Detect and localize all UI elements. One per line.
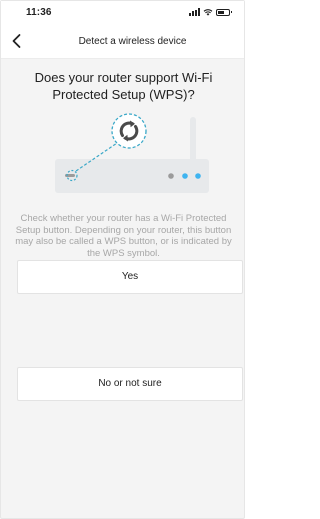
status-icons	[189, 7, 232, 17]
battery-icon	[216, 8, 232, 16]
wifi-icon	[203, 9, 213, 16]
indicator-light-blue	[182, 173, 188, 179]
page-title: Detect a wireless device	[78, 36, 187, 47]
status-time: 11:36	[26, 7, 52, 18]
indicator-light-gray	[168, 173, 174, 179]
wps-symbol-callout	[111, 113, 147, 149]
nav-bar: Detect a wireless device	[1, 25, 244, 59]
screen: 11:36 Detect a wireless device Does your…	[0, 0, 245, 519]
back-button[interactable]	[9, 32, 25, 50]
no-or-not-sure-button[interactable]: No or not sure	[17, 367, 243, 401]
question-heading: Does your router support Wi-Fi Protected…	[34, 70, 213, 102]
router-illustration	[55, 113, 209, 193]
wps-description: Check whether your router has a Wi-Fi Pr…	[15, 213, 232, 259]
indicator-light-blue	[195, 173, 201, 179]
signal-icon	[189, 8, 200, 16]
yes-button[interactable]: Yes	[17, 260, 243, 294]
chevron-left-icon	[12, 34, 21, 48]
status-bar: 11:36	[1, 1, 244, 25]
